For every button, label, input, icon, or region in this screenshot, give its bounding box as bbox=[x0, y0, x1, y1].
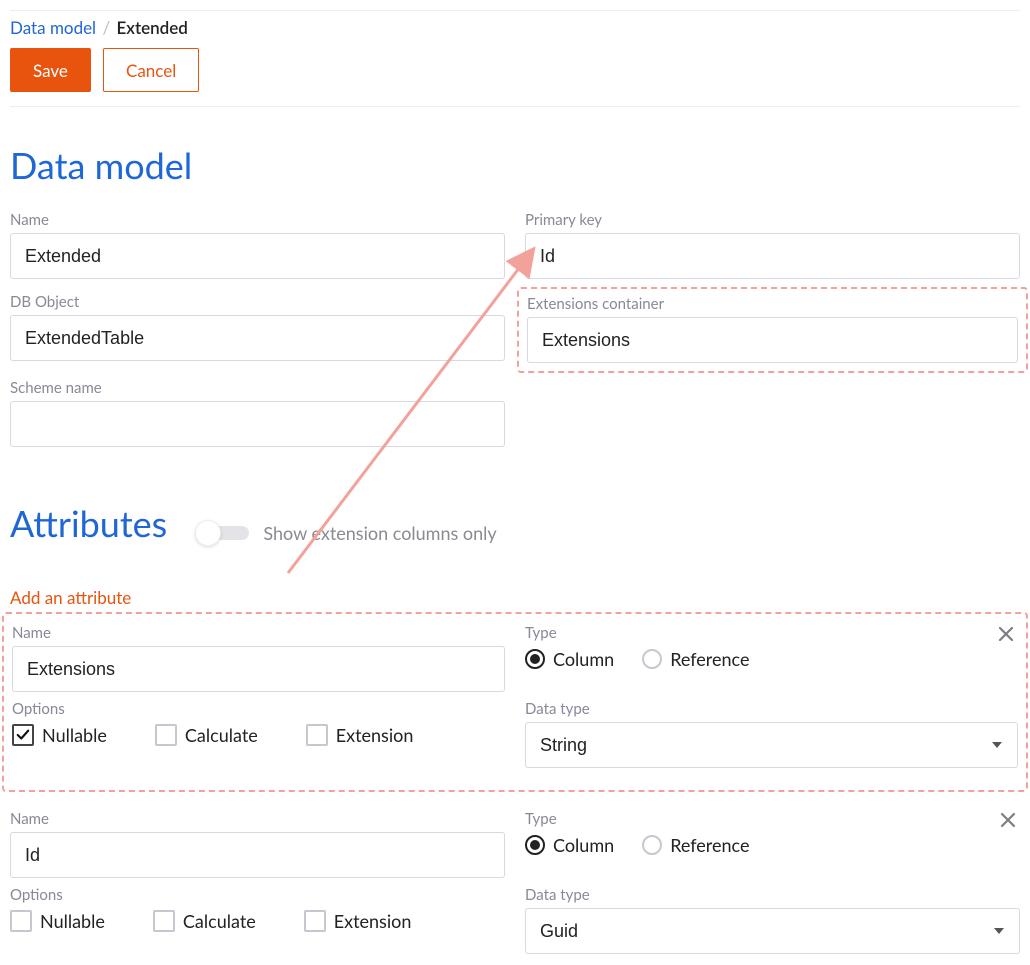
close-icon bbox=[1000, 812, 1016, 828]
checkbox-nullable[interactable]: Nullable bbox=[12, 724, 107, 746]
attr-label-type: Type bbox=[525, 624, 1018, 642]
checkbox-calculate[interactable]: Calculate bbox=[155, 724, 258, 746]
radio-type-reference[interactable]: Reference bbox=[642, 648, 749, 670]
attr-input-name[interactable] bbox=[10, 832, 505, 878]
checkbox-label-calculate: Calculate bbox=[185, 724, 258, 746]
breadcrumb-separator: / bbox=[102, 17, 110, 38]
input-db-object[interactable] bbox=[10, 315, 505, 361]
section-title-data-model: Data model bbox=[10, 143, 1020, 187]
add-attribute-link[interactable]: Add an attribute bbox=[10, 587, 131, 608]
label-db-object: DB Object bbox=[10, 293, 505, 311]
select-data-type[interactable] bbox=[525, 722, 1018, 768]
annotation-highlight-extensions-container: Extensions container bbox=[517, 287, 1028, 373]
attr-label-data-type: Data type bbox=[525, 886, 1020, 904]
remove-attribute-button[interactable] bbox=[996, 808, 1020, 832]
attr-label-name: Name bbox=[10, 810, 505, 828]
radio-type-column[interactable]: Column bbox=[525, 834, 614, 856]
input-name[interactable] bbox=[10, 233, 505, 279]
breadcrumb-current: Extended bbox=[116, 17, 187, 38]
breadcrumb: Data model / Extended bbox=[10, 17, 1020, 38]
attr-label-data-type: Data type bbox=[525, 700, 1018, 718]
checkbox-calculate[interactable]: Calculate bbox=[153, 910, 256, 932]
chevron-down-icon bbox=[992, 742, 1002, 748]
radio-type-column[interactable]: Column bbox=[525, 648, 614, 670]
radio-type-reference[interactable]: Reference bbox=[642, 834, 749, 856]
save-button[interactable]: Save bbox=[10, 48, 91, 92]
check-icon bbox=[16, 728, 30, 742]
input-primary-key[interactable] bbox=[525, 233, 1020, 279]
input-extensions-container[interactable] bbox=[527, 317, 1018, 363]
checkbox-label-nullable: Nullable bbox=[40, 910, 105, 932]
close-icon bbox=[998, 626, 1014, 642]
label-name: Name bbox=[10, 211, 505, 229]
label-scheme-name: Scheme name bbox=[10, 379, 505, 397]
input-scheme-name[interactable] bbox=[10, 401, 505, 447]
label-primary-key: Primary key bbox=[525, 211, 1020, 229]
checkbox-label-extension: Extension bbox=[334, 910, 412, 932]
attr-label-options: Options bbox=[12, 700, 505, 718]
toggle-label: Show extension columns only bbox=[263, 522, 496, 544]
radio-label-reference: Reference bbox=[670, 834, 749, 856]
select-data-type[interactable] bbox=[525, 908, 1020, 954]
checkbox-extension[interactable]: Extension bbox=[306, 724, 414, 746]
breadcrumb-root-link[interactable]: Data model bbox=[10, 17, 96, 38]
checkbox-nullable[interactable]: Nullable bbox=[10, 910, 105, 932]
attr-label-name: Name bbox=[12, 624, 505, 642]
attr-label-options: Options bbox=[10, 886, 505, 904]
radio-label-column: Column bbox=[553, 648, 614, 670]
label-extensions-container: Extensions container bbox=[527, 295, 1018, 313]
annotation-highlight-attribute: Name Type Column Reference bbox=[2, 612, 1028, 792]
checkbox-label-nullable: Nullable bbox=[42, 724, 107, 746]
radio-label-reference: Reference bbox=[670, 648, 749, 670]
toggle-show-extension-columns[interactable] bbox=[195, 526, 249, 540]
checkbox-label-calculate: Calculate bbox=[183, 910, 256, 932]
checkbox-extension[interactable]: Extension bbox=[304, 910, 412, 932]
checkbox-label-extension: Extension bbox=[336, 724, 414, 746]
attr-label-type: Type bbox=[525, 810, 1020, 828]
chevron-down-icon bbox=[994, 928, 1004, 934]
attr-input-name[interactable] bbox=[12, 646, 505, 692]
radio-label-column: Column bbox=[553, 834, 614, 856]
remove-attribute-button[interactable] bbox=[994, 622, 1018, 646]
cancel-button[interactable]: Cancel bbox=[103, 48, 199, 92]
section-title-attributes: Attributes bbox=[10, 501, 167, 545]
